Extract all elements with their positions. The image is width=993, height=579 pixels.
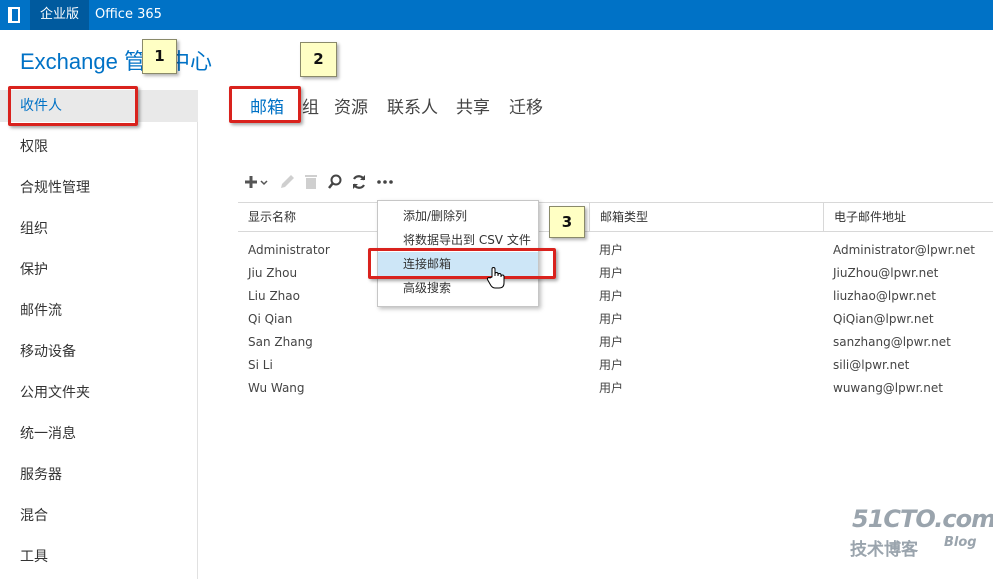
sidebar-item-hybrid[interactable]: 混合 (0, 500, 198, 532)
cell-mailbox-type: 用户 (599, 358, 624, 372)
cell-email: wuwang@lpwr.net (833, 381, 943, 395)
topbar-tab-office365[interactable]: Office 365 (95, 0, 162, 30)
tab-contacts[interactable]: 联系人 (387, 93, 438, 118)
page-title: Exchange 管理中心 (20, 49, 212, 74)
watermark-text: 51CTO.com (852, 505, 993, 533)
watermark-subtext: 技术博客 (850, 540, 918, 560)
trash-icon[interactable] (302, 172, 320, 192)
table-row[interactable]: Wu Wang 用户 wuwang@lpwr.net (238, 377, 993, 400)
table-row[interactable]: San Zhang 用户 sanzhang@lpwr.net (238, 331, 993, 354)
table-row[interactable]: Jiu Zhou 用户 JiuZhou@lpwr.net (238, 262, 993, 285)
highlight-box-mailboxes (229, 86, 301, 123)
cell-email: QiQian@lpwr.net (833, 312, 934, 326)
sidebar-item-protection[interactable]: 保护 (0, 254, 198, 286)
tab-migration[interactable]: 迁移 (509, 93, 543, 118)
topbar-tab-enterprise[interactable]: 企业版 (30, 0, 90, 30)
refresh-icon[interactable] (350, 172, 368, 192)
sidebar-item-public-folders[interactable]: 公用文件夹 (0, 377, 198, 409)
callout-step-3: 3 (549, 206, 585, 238)
cell-display-name: Liu Zhao (248, 289, 300, 303)
table-row[interactable]: Liu Zhao 用户 liuzhao@lpwr.net (238, 285, 993, 308)
cell-email: JiuZhou@lpwr.net (833, 266, 939, 280)
sidebar-item-mail-flow[interactable]: 邮件流 (0, 295, 198, 327)
menu-item-add-remove-columns[interactable]: 添加/删除列 (378, 204, 538, 228)
sidebar: 收件人 权限 合规性管理 组织 保护 邮件流 移动设备 公用文件夹 统一消息 服… (0, 90, 198, 579)
cell-email: sili@lpwr.net (833, 358, 910, 372)
cell-mailbox-type: 用户 (599, 243, 624, 257)
ellipsis-icon[interactable] (376, 172, 394, 192)
column-header-display-name[interactable]: 显示名称 (238, 203, 296, 231)
cell-email: sanzhang@lpwr.net (833, 335, 951, 349)
menu-item-advanced-search[interactable]: 高级搜索 (378, 276, 538, 300)
sidebar-item-compliance[interactable]: 合规性管理 (0, 172, 198, 204)
cell-mailbox-type: 用户 (599, 289, 624, 303)
plus-icon[interactable] (242, 172, 270, 192)
top-bar: 企业版 Office 365 (0, 0, 993, 30)
cell-display-name: Administrator (248, 243, 330, 257)
search-icon[interactable] (326, 172, 344, 192)
sidebar-item-organization[interactable]: 组织 (0, 213, 198, 245)
tab-shared[interactable]: 共享 (456, 93, 490, 118)
cell-mailbox-type: 用户 (599, 312, 624, 326)
table-row[interactable]: Si Li 用户 sili@lpwr.net (238, 354, 993, 377)
table-row[interactable]: Qi Qian 用户 QiQian@lpwr.net (238, 308, 993, 331)
sidebar-item-mobile[interactable]: 移动设备 (0, 336, 198, 368)
cell-mailbox-type: 用户 (599, 335, 624, 349)
sidebar-item-tools[interactable]: 工具 (0, 541, 198, 573)
column-header-email[interactable]: 电子邮件地址 (823, 203, 993, 231)
sidebar-item-unified-messaging[interactable]: 统一消息 (0, 418, 198, 450)
highlight-box-connect-mailbox (368, 248, 556, 279)
highlight-box-recipients (8, 86, 138, 126)
watermark-blog: Blog (944, 535, 977, 550)
cell-mailbox-type: 用户 (599, 381, 624, 395)
table-row[interactable]: Administrator 用户 Administrator@lpwr.net (238, 239, 993, 262)
pencil-icon[interactable] (278, 172, 296, 192)
sidebar-item-servers[interactable]: 服务器 (0, 459, 198, 491)
column-header-mailbox-type[interactable]: 邮箱类型 (589, 203, 824, 231)
callout-step-1: 1 (142, 39, 177, 74)
watermark-logo: 51CTO.com 技术博客 Blog (850, 505, 993, 560)
cell-display-name: Wu Wang (248, 381, 305, 395)
callout-step-2: 2 (300, 42, 337, 77)
cell-email: liuzhao@lpwr.net (833, 289, 936, 303)
cell-email: Administrator@lpwr.net (833, 243, 975, 257)
table-header: 显示名称 邮箱类型 电子邮件地址 (238, 202, 993, 232)
tab-resources[interactable]: 资源 (334, 93, 368, 118)
cell-mailbox-type: 用户 (599, 266, 624, 280)
tab-groups[interactable]: 组 (302, 93, 319, 118)
hand-cursor-icon (486, 266, 506, 290)
cell-display-name: Jiu Zhou (248, 266, 298, 280)
cell-display-name: Qi Qian (248, 312, 293, 326)
cell-display-name: Si Li (248, 358, 273, 372)
office-logo-icon[interactable] (8, 7, 20, 23)
cell-display-name: San Zhang (248, 335, 313, 349)
sidebar-item-permissions[interactable]: 权限 (0, 131, 198, 163)
